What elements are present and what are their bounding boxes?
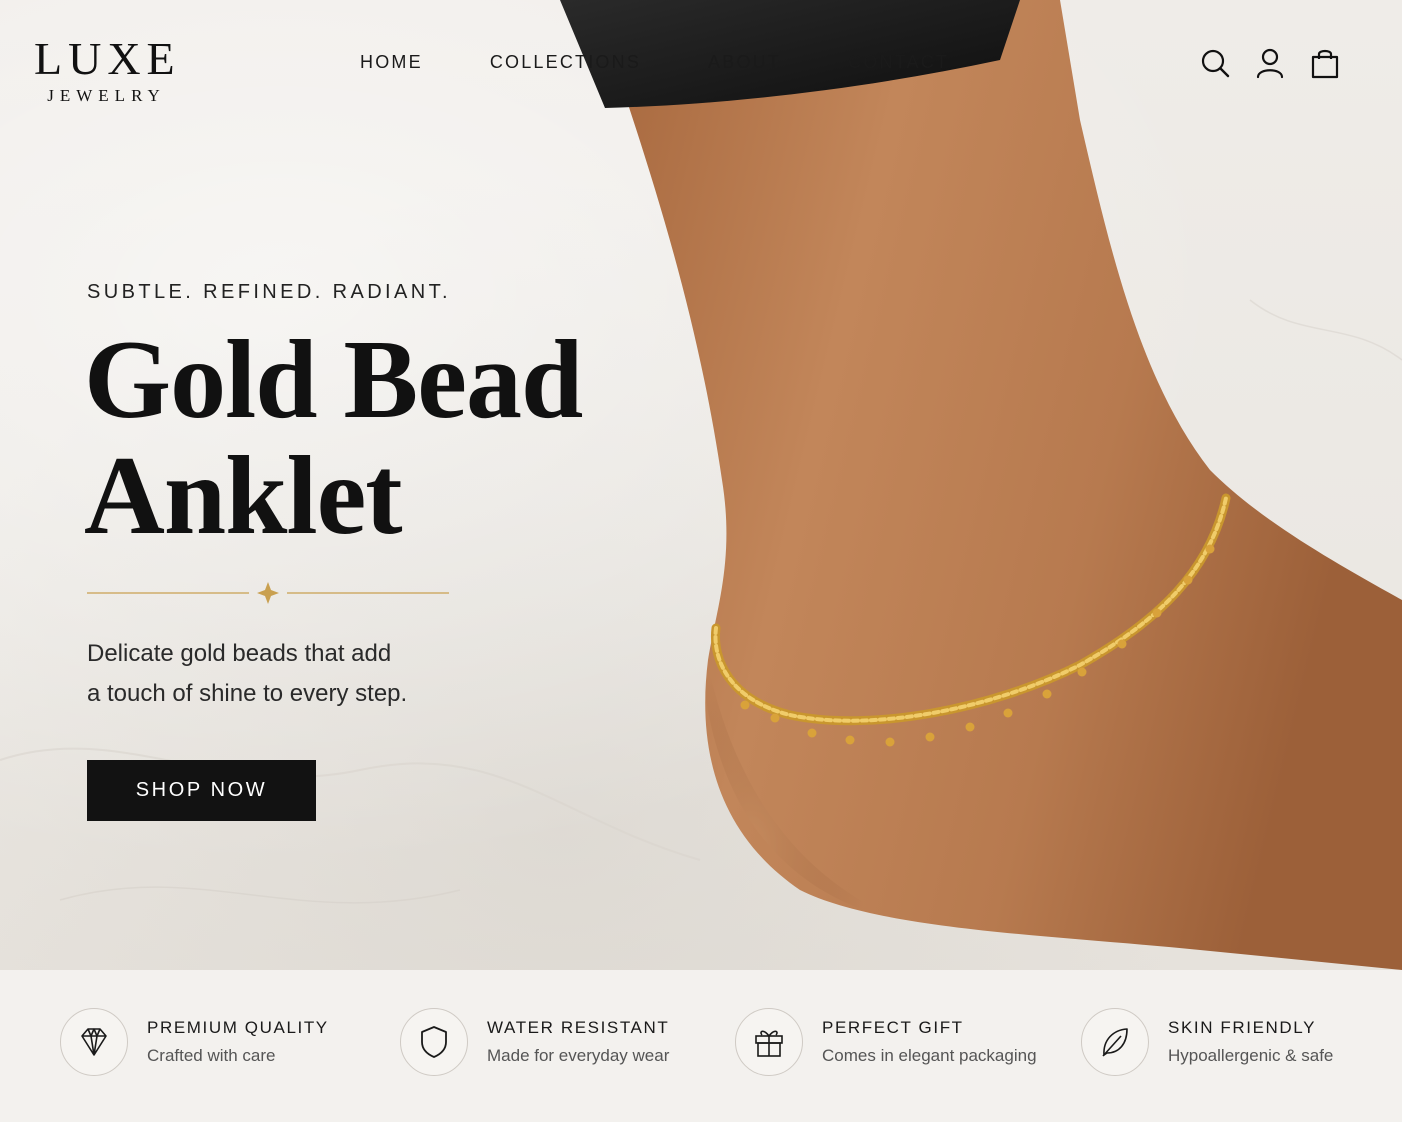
sparkle-icon <box>257 582 279 604</box>
feature-subtitle: Made for everyday wear <box>487 1046 670 1065</box>
hero-title-line-2: Anklet <box>84 434 403 558</box>
feature-icon-wrap <box>735 1008 803 1076</box>
header-actions <box>1198 46 1342 80</box>
feature-water-resistant: WATER RESISTANT Made for everyday wear <box>400 1008 669 1076</box>
shop-now-button[interactable]: SHOP NOW <box>87 760 316 821</box>
feature-subtitle: Hypoallergenic & safe <box>1168 1046 1334 1065</box>
leaf-icon <box>1102 1028 1128 1057</box>
feature-premium-quality: PREMIUM QUALITY Crafted with care <box>60 1008 329 1076</box>
ornament-divider <box>87 582 449 604</box>
gift-icon <box>755 1030 783 1057</box>
main-nav: HOME COLLECTIONS ABOUT CONTACT <box>360 52 1016 73</box>
hero-description-line-1: Delicate gold beads that add <box>87 640 392 667</box>
brand-subtitle: JEWELRY <box>47 86 166 105</box>
hero-description: Delicate gold beads that add a touch of … <box>87 634 507 714</box>
feature-title: PERFECT GIFT <box>822 1018 964 1037</box>
nav-collections[interactable]: COLLECTIONS <box>490 52 641 73</box>
nav-contact[interactable]: CONTACT <box>848 52 949 73</box>
features-bar: PREMIUM QUALITY Crafted with care WATER … <box>0 970 1402 1122</box>
nav-about[interactable]: ABOUT <box>708 52 781 73</box>
hero-title: Gold Bead Anklet <box>84 322 644 554</box>
shield-icon <box>421 1026 447 1058</box>
hero-tagline: SUBTLE. REFINED. RADIANT. <box>87 281 451 303</box>
nav-home[interactable]: HOME <box>360 52 423 73</box>
hero-description-line-2: a touch of shine to every step. <box>87 680 408 707</box>
account-icon[interactable] <box>1253 46 1287 80</box>
search-icon[interactable] <box>1198 46 1232 80</box>
hero-title-line-1: Gold Bead <box>84 318 583 442</box>
brand-name: LUXE <box>34 33 181 84</box>
feature-icon-wrap <box>400 1008 468 1076</box>
feature-title: SKIN FRIENDLY <box>1168 1018 1317 1037</box>
shopping-bag-icon[interactable] <box>1308 46 1342 80</box>
feature-icon-wrap <box>1081 1008 1149 1076</box>
hero-section: LUXE JEWELRY HOME COLLECTIONS ABOUT CONT… <box>0 0 1402 970</box>
feature-perfect-gift: PERFECT GIFT Comes in elegant packaging <box>735 1008 1037 1076</box>
feature-title: WATER RESISTANT <box>487 1018 670 1037</box>
feature-title: PREMIUM QUALITY <box>147 1018 329 1037</box>
diamond-icon <box>81 1028 107 1056</box>
feature-subtitle: Crafted with care <box>147 1046 276 1065</box>
feature-icon-wrap <box>60 1008 128 1076</box>
brand-logo[interactable]: LUXE JEWELRY <box>34 36 179 106</box>
feature-subtitle: Comes in elegant packaging <box>822 1046 1037 1065</box>
feature-skin-friendly: SKIN FRIENDLY Hypoallergenic & safe <box>1081 1008 1333 1076</box>
